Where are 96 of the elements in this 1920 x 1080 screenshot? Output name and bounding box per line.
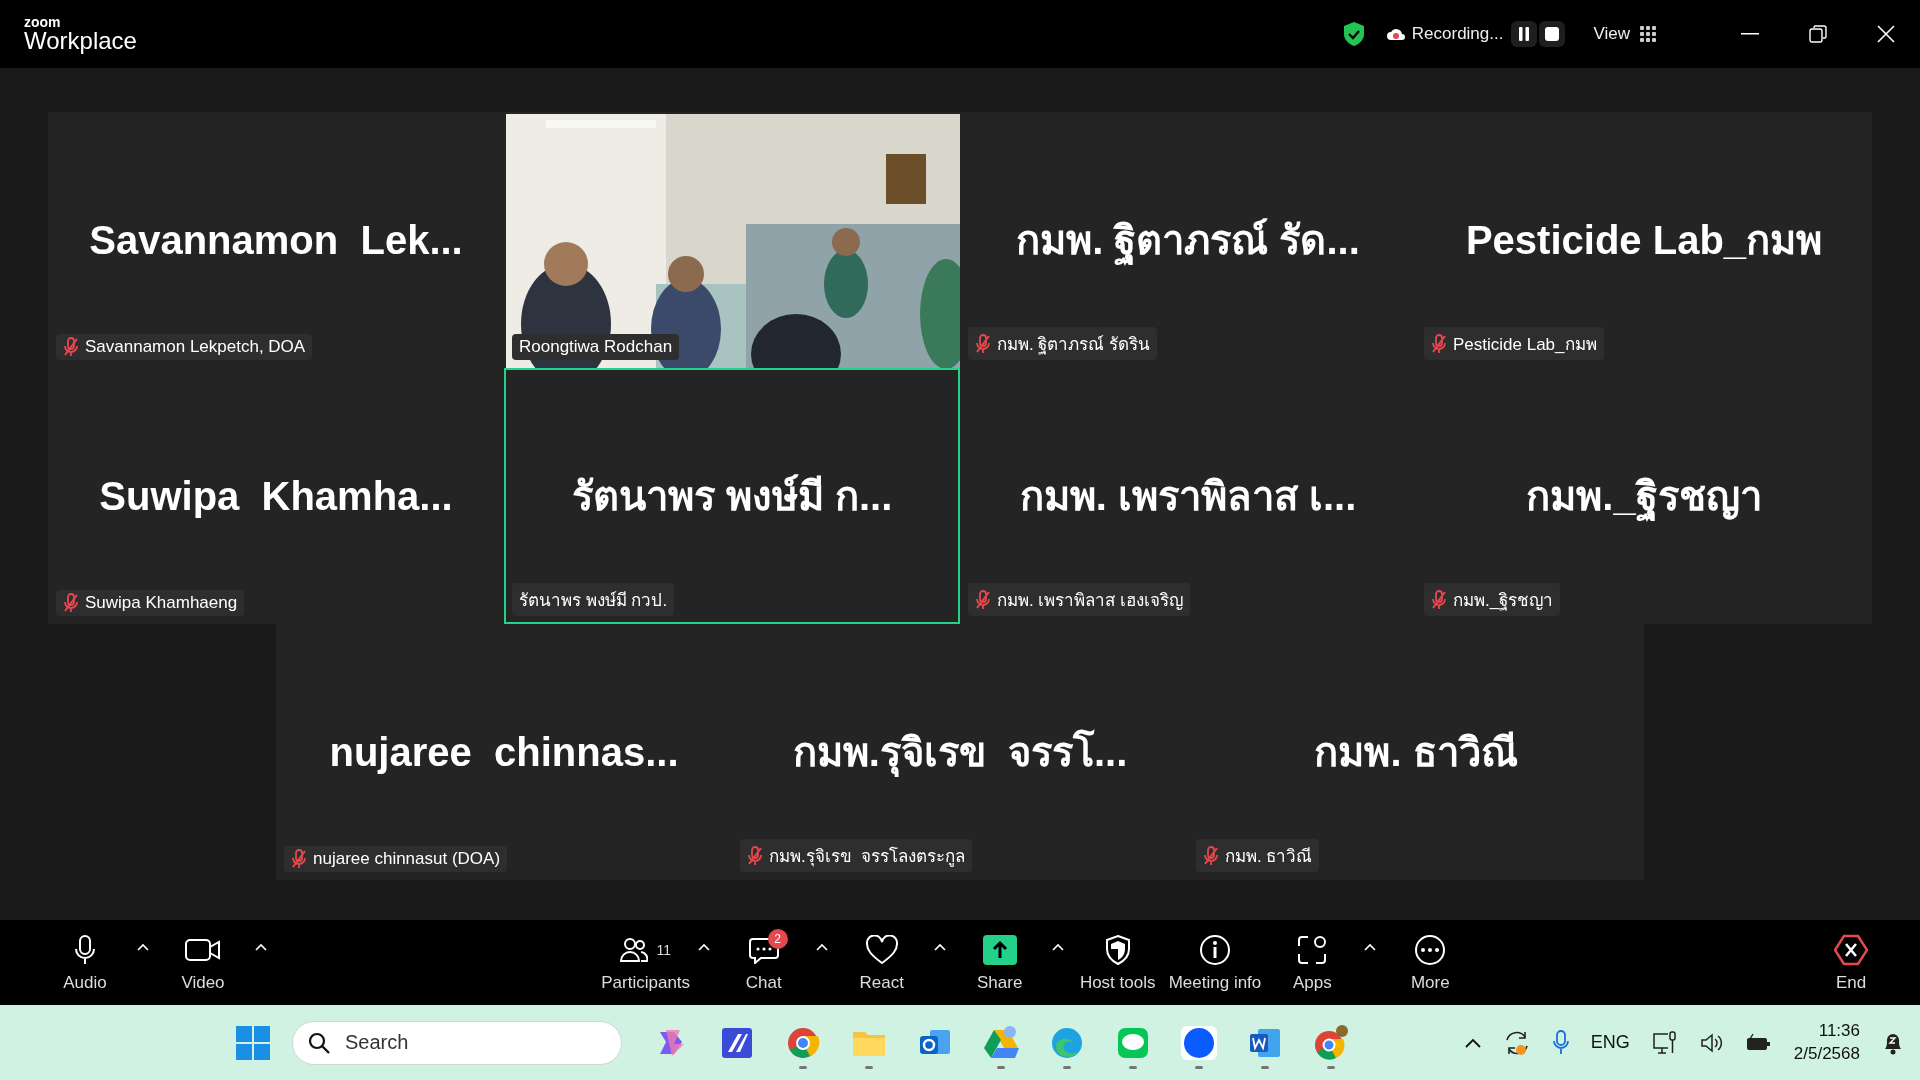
language-indicator[interactable]: ENG	[1590, 1032, 1630, 1053]
caret-icon[interactable]	[1051, 942, 1064, 951]
pause-button[interactable]	[1511, 21, 1538, 47]
apps-button[interactable]: Apps	[1267, 932, 1380, 993]
host-button[interactable]: Host tools	[1072, 932, 1163, 993]
shield-icon	[1104, 934, 1131, 965]
participant-count: 11	[656, 941, 671, 958]
participant-name: กมพ.รุจิเรข จรรโ...	[792, 726, 1128, 778]
participant-label: กมพ.รุจิเรข จรรโลงตระกูล	[769, 845, 966, 869]
caret-icon[interactable]	[1364, 942, 1377, 951]
network-icon[interactable]	[1651, 1030, 1678, 1055]
react-button[interactable]: React	[836, 932, 949, 993]
participant-name: กมพ._ฐิรชญา	[1526, 470, 1762, 522]
grid-icon	[1640, 26, 1656, 42]
apps-label: Apps	[1292, 972, 1332, 993]
end-icon	[1834, 933, 1868, 966]
info-button[interactable]: Meeting info	[1168, 932, 1262, 993]
participant-name: nujaree chinnas...	[329, 729, 679, 776]
participant-label: กมพ._ฐิรชญา	[1453, 590, 1554, 613]
audio-label: Audio	[63, 972, 107, 993]
participants-label: Participants	[601, 972, 691, 993]
more-button[interactable]: More	[1385, 932, 1476, 993]
close-icon	[1877, 25, 1895, 43]
host-label: Host tools	[1079, 972, 1156, 993]
video-button[interactable]: Video	[158, 932, 270, 993]
muted-mic-icon	[975, 333, 991, 354]
participant-label: กมพ. ธาวิณี	[1225, 846, 1313, 868]
caret-icon[interactable]	[815, 942, 828, 951]
info-label: Meeting info	[1168, 972, 1262, 993]
participant-label: Suwipa Khamhaeng	[85, 593, 238, 613]
shield-check-icon	[1341, 21, 1366, 47]
participant-name: Suwipa Khamha...	[99, 473, 453, 520]
participant-name: กมพ. ธาวิณี	[1314, 729, 1518, 776]
cloud-record-icon	[1385, 27, 1406, 41]
speaker-icon[interactable]	[1699, 1031, 1724, 1054]
share-label: Share	[977, 972, 1023, 993]
minimize-icon	[1741, 33, 1759, 35]
logo-text: zoom	[24, 15, 62, 29]
view-button[interactable]: View	[1593, 24, 1630, 44]
search-field[interactable]: Search	[292, 1020, 622, 1065]
more-label: More	[1410, 972, 1450, 993]
muted-mic-icon	[1203, 845, 1219, 866]
participant-label: Roongtiwa Rodchan	[519, 337, 673, 357]
participant-name: กมพ. เพราพิลาส เ...	[1019, 473, 1357, 520]
pause-icon	[1518, 27, 1531, 41]
muted-mic-icon	[63, 337, 79, 357]
info-icon	[1199, 933, 1231, 966]
stop-button[interactable]	[1539, 21, 1566, 47]
participant-label: กมพ. เพราพิลาส เฮงเจริญ	[997, 590, 1184, 612]
recording-status: Recording...	[1411, 24, 1504, 44]
end-label: End	[1835, 972, 1867, 993]
muted-mic-icon	[747, 845, 763, 866]
video-app-icon[interactable]	[1180, 1023, 1218, 1062]
share-screen-icon	[982, 934, 1017, 965]
video-camera-icon	[185, 938, 221, 961]
participant-label: nujaree chinnasut (DOA)	[313, 849, 501, 869]
unread-badge: 2	[767, 928, 788, 949]
restore-icon	[1809, 25, 1827, 43]
more-icon	[1414, 933, 1447, 966]
end-button[interactable]: End	[1806, 932, 1896, 993]
muted-mic-icon	[63, 593, 79, 613]
people-icon	[620, 936, 649, 963]
audio-button[interactable]: Audio	[40, 932, 152, 993]
react-label: React	[859, 972, 904, 993]
chat-label: Chat	[745, 972, 782, 993]
participant-name: Pesticide Lab_กมพ	[1465, 217, 1823, 264]
participant-name: กมพ. ฐิตาภรณ์ รัด...	[1016, 214, 1360, 266]
chevron-up-icon[interactable]	[1464, 1037, 1481, 1048]
participant-label: Pesticide Lab_กมพ	[1453, 334, 1597, 356]
participants-button[interactable]: 11 Participants	[600, 932, 713, 993]
apps-icon	[1296, 933, 1329, 966]
participant-label: Savannamon Lekpetch, DOA	[85, 337, 306, 357]
caret-icon[interactable]	[933, 942, 946, 951]
participant-label: กมพ. ฐิตาภรณ์ รัดริน	[997, 334, 1151, 357]
participant-name: Savannamon Lek...	[89, 217, 463, 264]
caret-icon[interactable]	[137, 942, 149, 951]
chrome-profile-icon[interactable]	[1312, 1023, 1350, 1062]
muted-mic-icon	[1431, 333, 1447, 354]
windows-start-icon[interactable]	[236, 1025, 270, 1060]
chat-bubble-icon	[748, 935, 779, 964]
caret-icon[interactable]	[255, 942, 267, 951]
caret-icon[interactable]	[697, 942, 710, 951]
video-label: Video	[181, 972, 225, 993]
share-button[interactable]: Share	[954, 932, 1067, 993]
muted-mic-icon	[1431, 589, 1447, 610]
muted-mic-icon	[975, 589, 991, 610]
clock[interactable]: 11:36 2/5/2568	[1793, 1020, 1860, 1065]
microphone-icon[interactable]	[1552, 1029, 1569, 1056]
participant-label: รัตนาพร พงษ์มี กวป.	[519, 590, 668, 612]
stop-icon	[1545, 27, 1560, 41]
microphone-icon	[75, 934, 95, 965]
app-name: Workplace	[24, 29, 137, 53]
participant-name: รัตนาพร พงษ์มี ก...	[571, 473, 893, 520]
battery-icon[interactable]	[1745, 1032, 1772, 1053]
heart-icon	[864, 934, 899, 965]
muted-mic-icon	[291, 849, 307, 869]
